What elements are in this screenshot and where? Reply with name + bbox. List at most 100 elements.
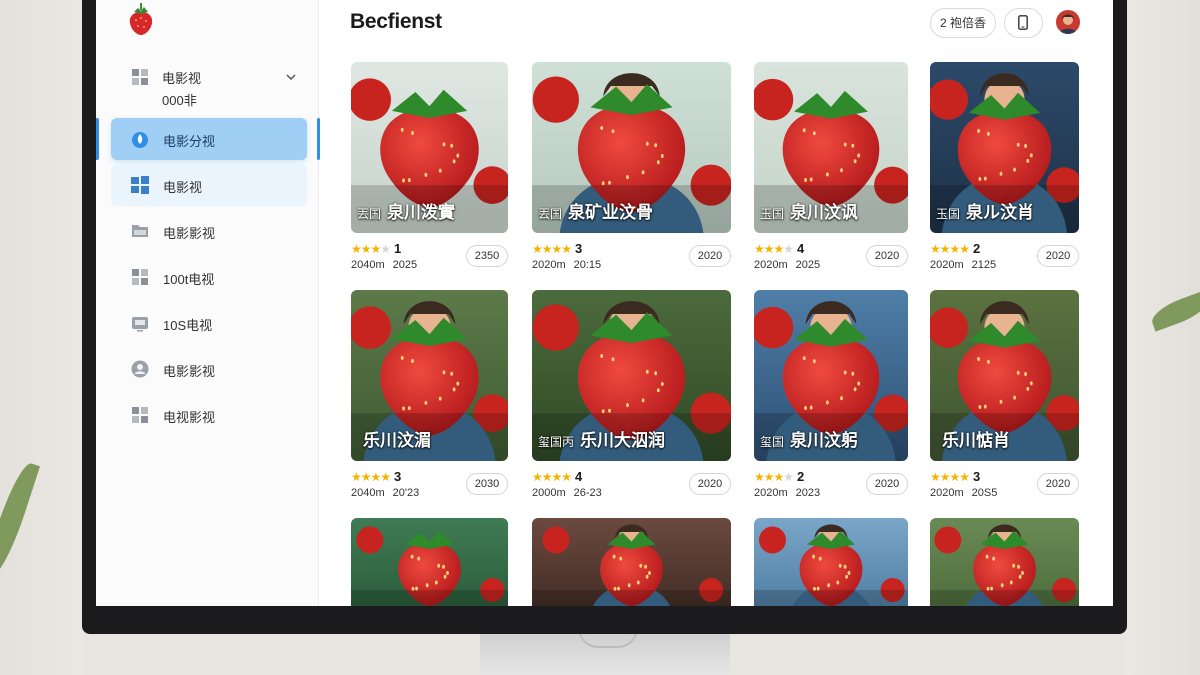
poster-title: 乐川汶湄 — [357, 426, 431, 451]
poster-title-text: 泉ル汶肖 — [966, 203, 1035, 222]
movie-meta: 2020m 20S5 — [930, 487, 997, 499]
poster-title: 丟国 泉川泼實 — [357, 198, 455, 223]
tv-icon — [131, 314, 149, 332]
movie-rating: ★★★★ 4 — [754, 241, 804, 256]
poster-title-text: 乐川汶湄 — [363, 431, 431, 450]
poster-title-text: 泉矿业汶骨 — [568, 203, 654, 222]
movie-score: 4 — [797, 241, 805, 256]
year-badge[interactable]: 2350 — [466, 245, 508, 267]
year-badge[interactable]: 2020 — [866, 473, 908, 495]
movie-rating: ★★★★ 1 — [351, 241, 401, 256]
nav-group-movies[interactable]: 电影视 000非 — [130, 64, 310, 112]
movie-poster[interactable]: 丟国 泉矿业汶骨 — [532, 62, 731, 233]
sidebar-item-3[interactable]: 100t电视 — [111, 256, 307, 298]
movie-duration: 2020m — [754, 487, 788, 499]
grid-icon — [131, 406, 149, 424]
movie-duration: 2020m — [754, 259, 788, 271]
movie-poster[interactable] — [532, 518, 731, 606]
movie-duration: 2040m — [351, 259, 385, 271]
star-rating-icon: ★★★★ — [754, 242, 794, 256]
sidebar-item-label: 电影视 — [163, 180, 203, 195]
poster-tag: 玺国 — [760, 435, 785, 449]
active-indicator — [96, 118, 99, 160]
movie-score: 3 — [575, 241, 583, 256]
movie-poster[interactable]: 乐川汶湄 — [351, 290, 508, 461]
year-badge[interactable]: 2030 — [466, 473, 508, 495]
poster-title-text: 乐川大泅润 — [580, 431, 666, 450]
movie-meta: 2040m 2025 — [351, 259, 417, 271]
poster-title: 玉国 泉ル汶肖 — [936, 198, 1034, 223]
sidebar-item-1[interactable]: 电影视 — [111, 164, 307, 206]
movie-score: 4 — [575, 469, 583, 484]
movie-meta: 2020m 2025 — [754, 259, 820, 271]
sidebar-item-label: 电视影视 — [163, 410, 216, 425]
movie-score: 1 — [394, 241, 402, 256]
sidebar-item-6[interactable]: 电视影视 — [111, 394, 307, 436]
avatar[interactable] — [1056, 10, 1080, 34]
movie-rating: ★★★★ 3 — [930, 469, 980, 484]
movie-poster[interactable] — [351, 518, 508, 606]
movie-duration: 2020m — [532, 259, 566, 271]
flame-icon — [131, 130, 149, 148]
poster-title: 丟国 泉矿业汶骨 — [538, 198, 653, 223]
movie-poster[interactable]: 玺国丙 乐川大泅润 — [532, 290, 731, 461]
movie-poster[interactable]: 玉国 泉川汶讽 — [754, 62, 908, 233]
movie-rating: ★★★★ 2 — [930, 241, 980, 256]
poster-title: 玺国 泉川汶躬 — [760, 426, 858, 451]
movie-duration: 2040m — [351, 487, 385, 499]
page-title: Becfienst — [350, 10, 442, 33]
sidebar-item-label: 100t电视 — [163, 272, 215, 287]
poster-title: 玉国 泉川汶讽 — [760, 198, 858, 223]
sidebar-item-label: 电影影视 — [163, 226, 216, 241]
windows-grid-icon — [131, 176, 149, 194]
poster-title: 乐川惦肖 — [936, 426, 1010, 451]
star-rating-icon: ★★★★ — [351, 242, 391, 256]
movie-year: 20S5 — [971, 487, 998, 499]
movie-poster[interactable]: 乐川惦肖 — [930, 290, 1079, 461]
star-rating-icon: ★★★★ — [532, 470, 572, 484]
header-action-button[interactable]: 2 袍倍香 — [930, 8, 996, 38]
chevron-down-icon[interactable] — [284, 70, 298, 84]
sidebar-item-5[interactable]: 电影影视 — [111, 348, 307, 390]
movie-poster[interactable]: 玺国 泉川汶躬 — [754, 290, 908, 461]
poster-title-text: 乐川惦肖 — [942, 431, 1010, 450]
movie-score: 3 — [394, 469, 402, 484]
sidebar-item-4[interactable]: 10S电视 — [111, 302, 307, 344]
movie-year: 2023 — [795, 487, 821, 499]
movie-poster[interactable] — [930, 518, 1079, 606]
year-badge[interactable]: 2020 — [689, 473, 731, 495]
movie-meta: 2020m 20:15 — [532, 259, 601, 271]
movie-poster[interactable]: 丟国 泉川泼實 — [351, 62, 508, 233]
sidebar-item-label: 10S电视 — [163, 318, 213, 333]
movie-year: 2025 — [392, 259, 418, 271]
movie-score: 2 — [973, 241, 981, 256]
movie-year: 2025 — [795, 259, 821, 271]
strawberry-logo-icon[interactable] — [128, 2, 154, 36]
grid-icon — [131, 268, 149, 286]
sidebar-scrollbar[interactable] — [317, 118, 320, 160]
app-window: 电影视 000非 电影分视 电影视 电影影视 100t电视 10S电视 电影影视… — [96, 0, 1113, 606]
movie-year: 20:15 — [573, 259, 602, 271]
sidebar: 电影视 000非 电影分视 电影视 电影影视 100t电视 10S电视 电影影视… — [96, 0, 320, 606]
background-wall-left — [0, 0, 82, 675]
phone-icon — [1018, 15, 1028, 35]
movie-duration: 2020m — [930, 487, 964, 499]
movie-duration: 2000m — [532, 487, 566, 499]
poster-tag: 玉国 — [760, 207, 785, 221]
poster-tag: 玺国丙 — [538, 435, 575, 449]
nav-group-label: 电影视 — [162, 71, 202, 86]
background-wall-right — [1125, 0, 1200, 675]
movie-poster[interactable] — [754, 518, 908, 606]
nav-group-sublabel: 000非 — [162, 93, 197, 108]
year-badge[interactable]: 2020 — [1037, 473, 1079, 495]
movie-year: 20'23 — [392, 487, 420, 499]
device-button[interactable] — [1004, 8, 1043, 38]
year-badge[interactable]: 2020 — [866, 245, 908, 267]
year-badge[interactable]: 2020 — [689, 245, 731, 267]
sidebar-item-0[interactable]: 电影分视 — [111, 118, 307, 160]
poster-tag: 玉国 — [936, 207, 961, 221]
movie-rating: ★★★★ 3 — [351, 469, 401, 484]
sidebar-item-2[interactable]: 电影影视 — [111, 210, 307, 252]
movie-poster[interactable]: 玉国 泉ル汶肖 — [930, 62, 1079, 233]
year-badge[interactable]: 2020 — [1037, 245, 1079, 267]
